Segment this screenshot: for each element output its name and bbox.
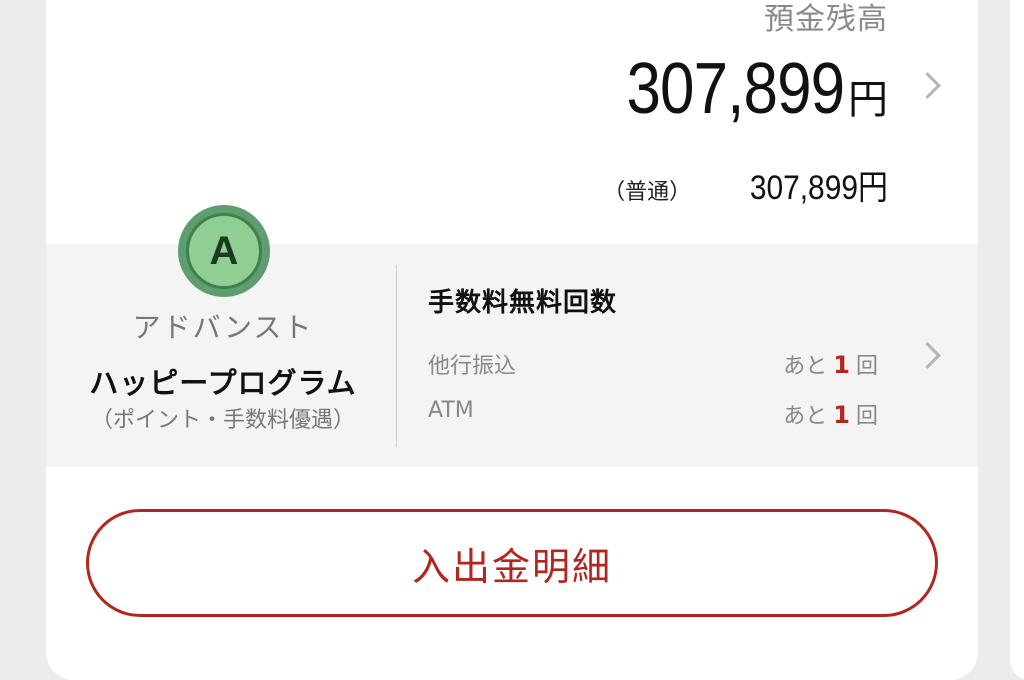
panel-divider bbox=[396, 265, 397, 447]
transaction-history-label: 入出金明細 bbox=[411, 544, 612, 589]
fee-suffix: 回 bbox=[855, 404, 878, 429]
program-name: ハッピープログラム bbox=[89, 366, 357, 400]
sub-balance-amount: 307,899円 bbox=[749, 169, 888, 207]
rank-badge-letter: A bbox=[209, 228, 239, 273]
rank-name: アドバンスト bbox=[132, 311, 314, 344]
program-subtitle: （ポイント・手数料優遇） bbox=[90, 408, 355, 433]
fee-row-count: あと 1 回 bbox=[783, 348, 878, 380]
fee-count-number: 1 bbox=[833, 351, 850, 379]
balance-amount: 307,899 bbox=[626, 49, 845, 129]
balance-unit: 円 bbox=[848, 77, 888, 123]
next-card-edge bbox=[1010, 0, 1024, 680]
fee-row-atm: ATM あと 1 回 bbox=[428, 398, 878, 432]
fee-row-count: あと 1 回 bbox=[783, 398, 878, 430]
fee-suffix: 回 bbox=[855, 354, 878, 379]
balance-label: 預金残高 bbox=[764, 2, 888, 37]
balance-link[interactable]: 307,899 円 bbox=[591, 48, 888, 130]
fee-count-number: 1 bbox=[833, 401, 850, 429]
sub-balance-row: （普通） 307,899円 bbox=[603, 160, 888, 209]
rank-badge-inner: A bbox=[186, 213, 262, 289]
fee-row-label: ATM bbox=[428, 398, 474, 423]
fee-prefix: あと bbox=[783, 354, 828, 379]
fee-prefix: あと bbox=[783, 404, 828, 429]
rank-badge-icon: A bbox=[178, 205, 270, 297]
transaction-history-button[interactable]: 入出金明細 bbox=[86, 509, 938, 617]
account-type-label: （普通） bbox=[603, 180, 692, 205]
fee-free-title: 手数料無料回数 bbox=[428, 288, 618, 318]
fee-row-label: 他行振込 bbox=[428, 354, 517, 379]
fee-row-transfer: 他行振込 あと 1 回 bbox=[428, 348, 878, 382]
